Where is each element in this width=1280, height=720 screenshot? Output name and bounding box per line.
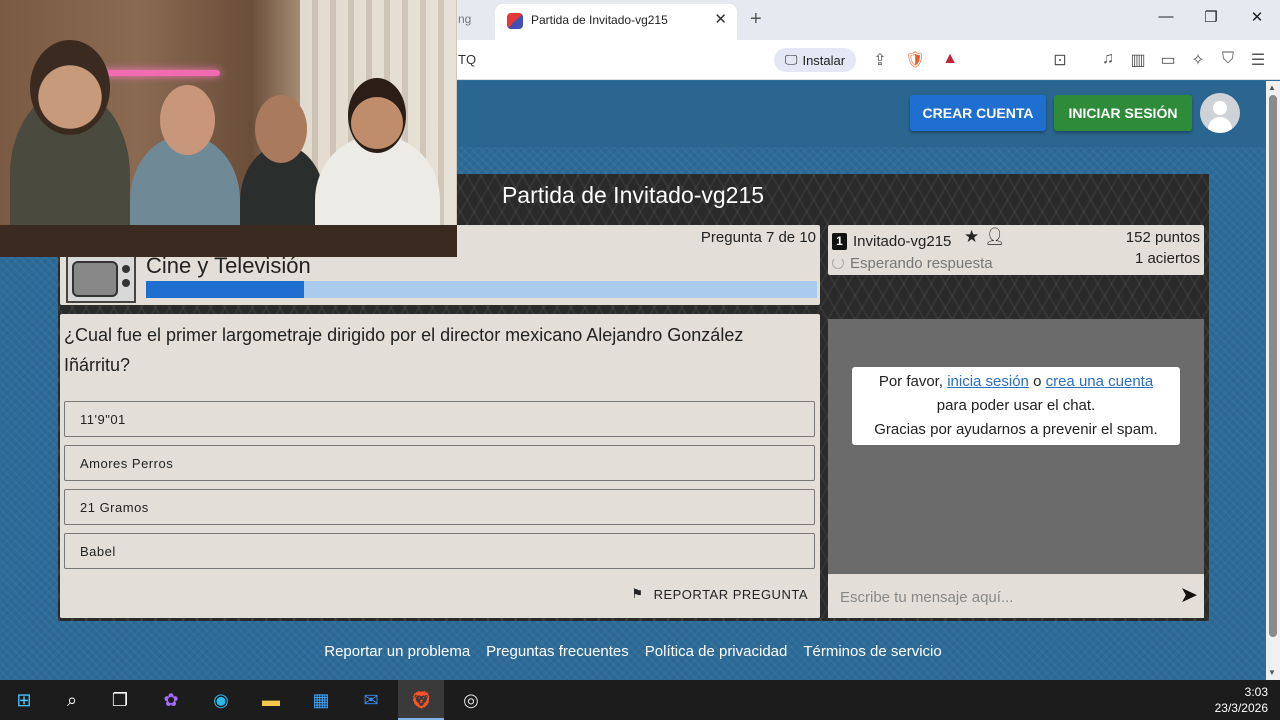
previous-tab[interactable]: ng bbox=[458, 12, 471, 26]
webcam-overlay bbox=[0, 0, 457, 257]
leo-ai-icon[interactable]: ✧ bbox=[1188, 50, 1208, 70]
address-bar[interactable]: TQ bbox=[458, 52, 476, 67]
television-icon bbox=[66, 255, 136, 303]
person-icon: 👤︎ bbox=[983, 227, 1006, 246]
footer-link-report-problem[interactable]: Reportar un problema bbox=[324, 643, 470, 660]
scroll-down-icon[interactable]: ▼ bbox=[1268, 668, 1276, 677]
maximize-window-button[interactable]: ❐ bbox=[1196, 8, 1226, 26]
footer-link-privacy[interactable]: Política de privacidad bbox=[645, 643, 788, 660]
clock-date: 23/3/2026 bbox=[1214, 701, 1268, 715]
page-scrollbar[interactable]: ▲ ▼ bbox=[1266, 81, 1280, 680]
minimize-window-button[interactable]: — bbox=[1151, 8, 1181, 25]
install-label: Instalar bbox=[802, 52, 846, 68]
send-icon[interactable]: ➤ bbox=[1180, 582, 1198, 608]
star-icon: ★ bbox=[964, 227, 980, 246]
reader-mode-icon[interactable]: ⊡ bbox=[1050, 50, 1070, 70]
tab-active[interactable]: Partida de Invitado-vg215 ✕ bbox=[495, 4, 737, 40]
progress-fill bbox=[146, 281, 304, 298]
player-status: Esperando respuesta bbox=[850, 255, 993, 272]
answer-option[interactable]: Amores Perros bbox=[64, 445, 815, 481]
system-clock[interactable]: 3:03 23/3/2026 bbox=[1215, 684, 1268, 716]
flag-icon: ⚑ bbox=[631, 586, 644, 601]
notice-line2: para poder usar el chat. bbox=[936, 397, 1096, 414]
media-icon[interactable]: ♫ bbox=[1098, 50, 1118, 68]
rank-badge: 1 bbox=[832, 233, 847, 250]
question-progress-bar bbox=[146, 281, 817, 298]
scroll-up-icon[interactable]: ▲ bbox=[1268, 83, 1276, 92]
player-icons: ★ 👤︎ bbox=[964, 227, 1006, 247]
chat-login-notice: Por favor, inicia sesión o crea una cuen… bbox=[852, 367, 1180, 445]
avatar-icon[interactable] bbox=[1200, 93, 1240, 133]
search-icon[interactable]: ⌕ bbox=[60, 688, 84, 712]
edge-browser-icon[interactable]: ◉ bbox=[209, 688, 233, 712]
footer-link-terms[interactable]: Términos de servicio bbox=[803, 643, 941, 660]
chat-message-input[interactable] bbox=[838, 584, 1162, 610]
brave-browser-icon[interactable]: 🦁︎ bbox=[409, 688, 433, 712]
notice-line3: Gracias por ayudarnos a prevenir el spam… bbox=[874, 421, 1158, 438]
report-label: REPORTAR PREGUNTA bbox=[653, 586, 808, 602]
vpn-icon[interactable]: ⛉ bbox=[1218, 50, 1238, 68]
close-tab-icon[interactable]: ✕ bbox=[714, 10, 727, 28]
obs-studio-icon[interactable]: ◎ bbox=[459, 688, 483, 712]
menu-icon[interactable]: ☰ bbox=[1248, 50, 1268, 70]
answer-option[interactable]: 21 Gramos bbox=[64, 489, 815, 525]
create-account-link[interactable]: crea una cuenta bbox=[1046, 373, 1154, 390]
footer-link-faq[interactable]: Preguntas frecuentes bbox=[486, 643, 629, 660]
install-button[interactable]: 🖵 Instalar bbox=[774, 48, 856, 72]
footer: Reportar un problema Preguntas frecuente… bbox=[0, 643, 1266, 660]
copilot-icon[interactable]: ✿ bbox=[159, 688, 183, 712]
mail-icon[interactable]: ✉ bbox=[359, 688, 383, 712]
brave-rewards-icon[interactable]: ▲ bbox=[940, 50, 960, 68]
tab-favicon-icon bbox=[507, 13, 523, 29]
chat-area: Por favor, inicia sesión o crea una cuen… bbox=[828, 319, 1204, 574]
answer-option[interactable]: 11'9"01 bbox=[64, 401, 815, 437]
create-account-button[interactable]: CREAR CUENTA bbox=[910, 95, 1046, 131]
player-points: 152 puntos bbox=[1125, 229, 1200, 246]
wallet-icon[interactable]: ▭ bbox=[1158, 50, 1178, 70]
sidebar-icon[interactable]: ▥ bbox=[1128, 50, 1148, 70]
task-view-icon[interactable]: ❐ bbox=[108, 688, 132, 712]
question-counter: Pregunta 7 de 10 bbox=[700, 229, 816, 246]
new-tab-button[interactable]: + bbox=[750, 8, 762, 31]
microsoft-store-icon[interactable]: ▦ bbox=[309, 688, 333, 712]
tab-title: Partida de Invitado-vg215 bbox=[531, 13, 668, 27]
clock-time: 3:03 bbox=[1244, 685, 1268, 699]
chat-input-bar: ➤ bbox=[828, 574, 1204, 618]
close-window-button[interactable]: ✕ bbox=[1242, 8, 1272, 26]
file-explorer-icon[interactable]: ▬ bbox=[259, 688, 283, 712]
player-card: 1 Invitado-vg215 ★ 👤︎ Esperando respuest… bbox=[828, 225, 1204, 275]
player-hits: 1 aciertos bbox=[1134, 250, 1200, 267]
windows-start-icon[interactable]: ⊞ bbox=[12, 688, 36, 712]
answer-option[interactable]: Babel bbox=[64, 533, 815, 569]
share-icon[interactable]: ⇪ bbox=[870, 50, 890, 70]
windows-taskbar: ⊞ ⌕ ❐ ✿ ◉ ▬ ▦ ✉ 🦁︎ ◎ 3:03 23/3/2026 bbox=[0, 680, 1280, 720]
report-question-button[interactable]: ⚑ REPORTAR PREGUNTA bbox=[631, 586, 808, 602]
login-button[interactable]: INICIAR SESIÓN bbox=[1054, 95, 1192, 131]
monitor-icon: 🖵 bbox=[784, 52, 798, 67]
login-link[interactable]: inicia sesión bbox=[947, 373, 1029, 390]
question-text: ¿Cual fue el primer largometraje dirigid… bbox=[64, 325, 744, 375]
question-body: ¿Cual fue el primer largometraje dirigid… bbox=[60, 314, 820, 618]
loading-spinner-icon bbox=[832, 257, 844, 269]
notice-or: o bbox=[1028, 373, 1046, 390]
player-name: Invitado-vg215 bbox=[853, 233, 952, 250]
brave-shields-icon[interactable]: 🛡 bbox=[905, 50, 925, 70]
notice-prefix: Por favor, bbox=[878, 373, 948, 390]
scroll-thumb[interactable] bbox=[1269, 95, 1277, 637]
